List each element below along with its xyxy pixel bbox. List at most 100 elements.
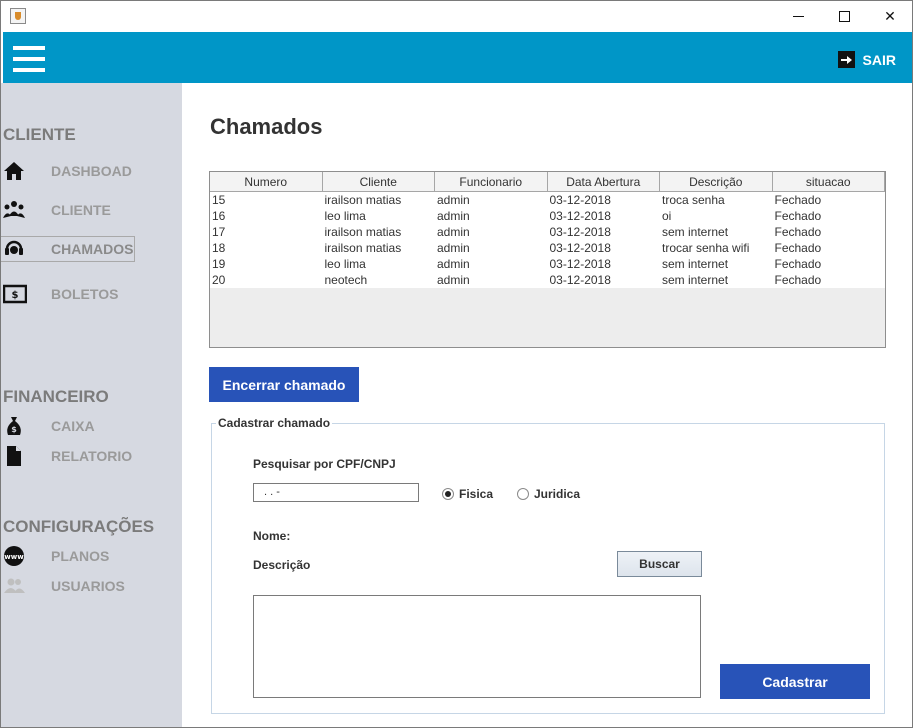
maximize-icon: [838, 11, 850, 22]
table-cell: 18: [212, 241, 226, 255]
table-cell: 16: [212, 209, 226, 223]
table-cell: 20: [212, 273, 226, 287]
table-cell: sem internet: [662, 257, 729, 271]
table-header: Numero Cliente Funcionario Data Abertura…: [210, 172, 885, 192]
table-cell: 19: [212, 257, 226, 271]
column-header[interactable]: Funcionario: [435, 172, 548, 191]
column-header[interactable]: Descrição: [660, 172, 773, 191]
close-window-button[interactable]: ✕: [867, 1, 912, 32]
sidebar-item-relatorio[interactable]: RELATORIO: [1, 444, 182, 468]
submit-button[interactable]: Cadastrar: [720, 664, 870, 699]
table-cell: Fechado: [774, 193, 822, 207]
column-header[interactable]: Cliente: [323, 172, 435, 191]
table-cell: Fechado: [774, 273, 822, 287]
app-window: ✕ SAIR CLIENTE DASHBOAD CLIENTE CHAMADOS…: [0, 0, 913, 728]
money-bill-icon: $: [3, 284, 27, 304]
table-cell: admin: [437, 209, 470, 223]
java-cup-icon: [10, 8, 26, 24]
close-ticket-button[interactable]: Encerrar chamado: [209, 367, 359, 402]
table-row[interactable]: 15 irailson matias admin 03-12-2018 troc…: [210, 192, 885, 208]
table-cell: 03-12-2018: [549, 209, 611, 223]
maximize-button[interactable]: [821, 1, 867, 32]
sidebar-item-label: BOLETOS: [51, 286, 119, 302]
table-cell: admin: [437, 241, 470, 255]
column-header[interactable]: Data Abertura: [548, 172, 660, 191]
minimize-icon: [792, 16, 804, 17]
table-cell: trocar senha wifi: [662, 241, 750, 255]
sidebar-item-label: PLANOS: [51, 548, 110, 564]
table-row[interactable]: 16 leo lima admin 03-12-2018 oi Fechado: [210, 208, 885, 224]
table-cell: neotech: [324, 273, 368, 287]
table-cell: 17: [212, 225, 226, 239]
svg-text:$: $: [12, 290, 19, 301]
table-row[interactable]: 17 irailson matias admin 03-12-2018 sem …: [210, 224, 885, 240]
sidebar-item-boletos[interactable]: $ BOLETOS: [1, 282, 182, 306]
svg-text:$: $: [11, 425, 17, 434]
sidebar-item-caixa[interactable]: $ CAIXA: [1, 414, 182, 438]
sidebar-item-usuarios[interactable]: USUARIOS: [1, 574, 182, 598]
document-icon: [7, 446, 21, 466]
sidebar-item-dashboard[interactable]: DASHBOAD: [1, 159, 182, 183]
sidebar-item-label: USUARIOS: [51, 578, 125, 594]
headset-icon: [5, 240, 23, 255]
table-cell: troca senha: [662, 193, 725, 207]
description-label: Descrição: [253, 558, 311, 572]
table-cell: admin: [437, 273, 470, 287]
table-row[interactable]: 19 leo lima admin 03-12-2018 sem interne…: [210, 256, 885, 272]
table-cell: Fechado: [774, 225, 822, 239]
title-bar: ✕: [1, 1, 912, 32]
table-cell: sem internet: [662, 273, 729, 287]
description-textarea[interactable]: [253, 595, 701, 698]
table-cell: admin: [437, 257, 470, 271]
sidebar-item-cliente[interactable]: CLIENTE: [1, 198, 182, 222]
radio-juridica-label: Juridica: [534, 487, 581, 501]
sidebar-item-label: CHAMADOS: [51, 241, 134, 257]
logout-label: SAIR: [862, 51, 896, 68]
table-cell: 03-12-2018: [549, 241, 611, 255]
chamados-table[interactable]: Numero Cliente Funcionario Data Abertura…: [209, 171, 886, 348]
table-cell: 03-12-2018: [549, 273, 611, 287]
logout-button[interactable]: SAIR: [837, 51, 896, 68]
table-cell: Fechado: [774, 209, 822, 223]
www-globe-icon: www: [4, 546, 24, 566]
radio-juridica[interactable]: Juridica: [517, 487, 580, 501]
radio-unselected-icon: [517, 488, 529, 500]
home-icon: [4, 162, 24, 180]
table-cell: irailson matias: [324, 241, 402, 255]
sidebar-item-planos[interactable]: www PLANOS: [1, 544, 182, 568]
sidebar-item-label: CLIENTE: [51, 202, 111, 218]
table-cell: 15: [212, 193, 226, 207]
column-header[interactable]: situacao: [773, 172, 885, 191]
radio-selected-icon: [442, 488, 454, 500]
name-label: Nome:: [253, 529, 291, 543]
money-bag-icon: $: [7, 417, 21, 435]
group-title: Cadastrar chamado: [216, 416, 333, 430]
table-body: 15 irailson matias admin 03-12-2018 troc…: [210, 192, 885, 288]
table-row[interactable]: 18 irailson matias admin 03-12-2018 troc…: [210, 240, 885, 256]
sidebar-item-label: CAIXA: [51, 418, 95, 434]
logout-icon: [837, 51, 855, 68]
column-header[interactable]: Numero: [210, 172, 323, 191]
table-cell: oi: [662, 209, 672, 223]
table-cell: irailson matias: [324, 193, 402, 207]
minimize-button[interactable]: [775, 1, 821, 32]
radio-fisica[interactable]: Fisica: [442, 487, 493, 501]
hamburger-icon[interactable]: [13, 46, 45, 76]
table-cell: admin: [437, 193, 470, 207]
table-cell: 03-12-2018: [549, 257, 611, 271]
table-cell: leo lima: [324, 209, 366, 223]
users-group-icon: [3, 201, 25, 218]
sidebar-item-label: DASHBOAD: [51, 163, 132, 179]
sidebar-item-chamados[interactable]: CHAMADOS: [1, 236, 135, 262]
section-title-financeiro: FINANCEIRO: [3, 387, 109, 406]
table-cell: 03-12-2018: [549, 225, 611, 239]
search-button[interactable]: Buscar: [617, 551, 702, 577]
table-cell: Fechado: [774, 257, 822, 271]
table-cell: leo lima: [324, 257, 366, 271]
table-row[interactable]: 20 neotech admin 03-12-2018 sem internet…: [210, 272, 885, 288]
table-cell: admin: [437, 225, 470, 239]
table-cell: Fechado: [774, 241, 822, 255]
table-cell: irailson matias: [324, 225, 402, 239]
sidebar: CLIENTE DASHBOAD CLIENTE CHAMADOS $ BOLE…: [1, 83, 182, 727]
cpf-cnpj-input[interactable]: . . -: [253, 483, 419, 502]
